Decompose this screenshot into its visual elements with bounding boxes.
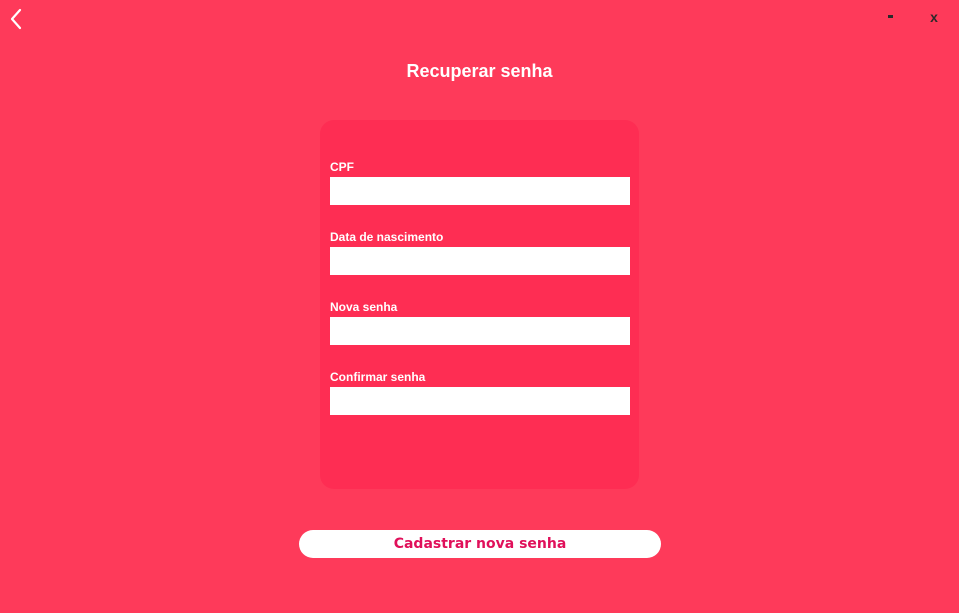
register-new-password-button[interactable]: Cadastrar nova senha	[299, 530, 661, 558]
chevron-left-icon	[10, 8, 22, 30]
form-card: CPF Data de nascimento Nova senha Confir…	[320, 120, 639, 489]
birth-date-label: Data de nascimento	[330, 230, 444, 244]
minimize-icon	[888, 15, 893, 18]
confirm-password-input[interactable]	[330, 387, 630, 415]
new-password-input[interactable]	[330, 317, 630, 345]
confirm-password-label: Confirmar senha	[330, 370, 426, 384]
new-password-label: Nova senha	[330, 300, 398, 314]
cpf-input[interactable]	[330, 177, 630, 205]
close-button[interactable]: x	[924, 8, 944, 26]
page-title: Recuperar senha	[406, 61, 553, 81]
back-button[interactable]	[6, 6, 28, 32]
minimize-button[interactable]	[880, 8, 900, 26]
birth-date-input[interactable]	[330, 247, 630, 275]
cpf-label: CPF	[330, 160, 354, 174]
